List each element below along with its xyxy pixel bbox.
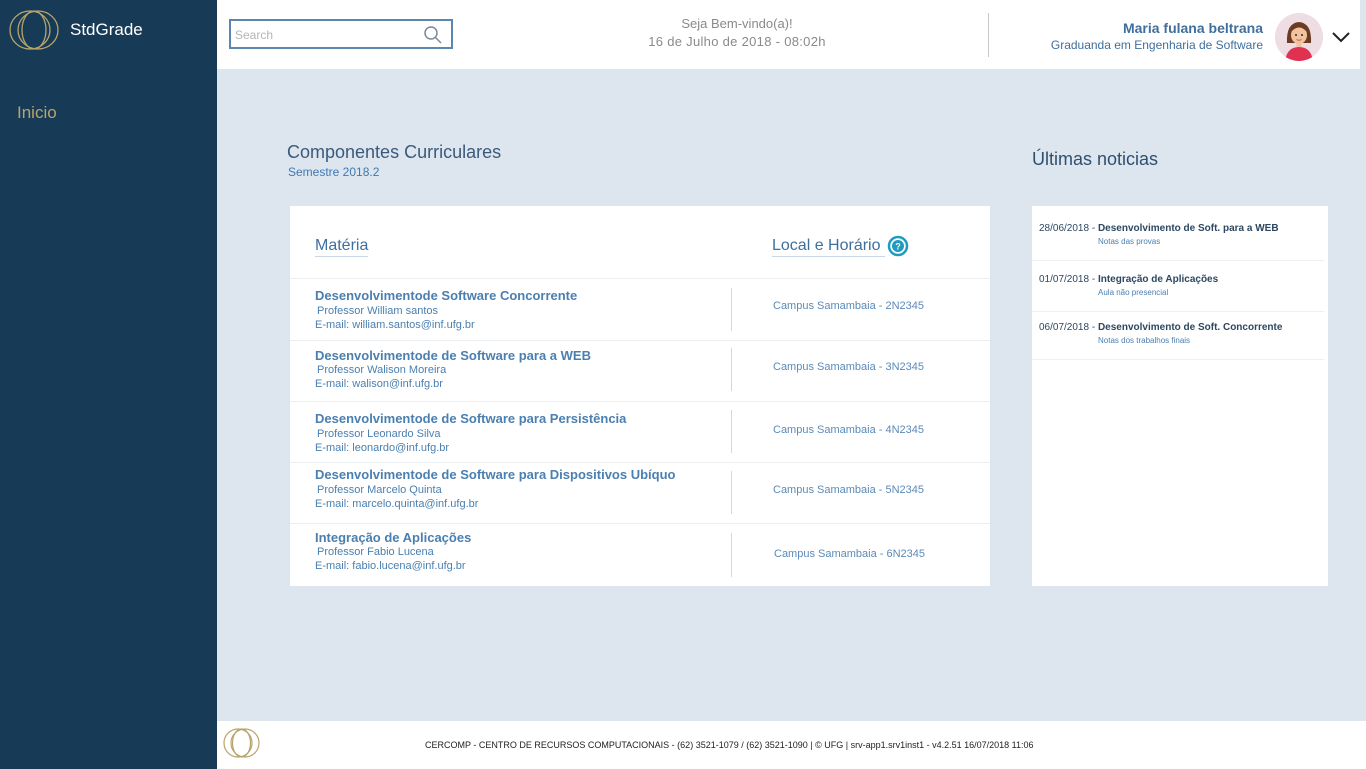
course-location: Campus Samambaia - 2N2345 — [773, 300, 925, 312]
news-headline: 06/07/2018 - Desenvolvimento de Soft. Co… — [1039, 322, 1282, 333]
news-desc: Aula não presencial — [1098, 288, 1169, 297]
rings-logo-icon — [223, 728, 260, 758]
user-avatar-icon — [1275, 13, 1323, 61]
search-input[interactable] — [235, 26, 415, 44]
news-desc: Notas das provas — [1098, 237, 1161, 246]
svg-text:?: ? — [895, 242, 901, 252]
course-professor: Professor Marcelo Quinta — [317, 484, 442, 496]
course-email: E-mail: william.santos@inf.ufg.br — [315, 319, 475, 331]
course-name[interactable]: Desenvolvimentode de Software para Dispo… — [315, 467, 675, 482]
news-subject: Integração de Aplicações — [1097, 274, 1219, 285]
news-panel: 28/06/2018 - Desenvolvimento de Soft. pa… — [1032, 206, 1328, 586]
search-box — [229, 19, 453, 49]
news-date: 01/07/2018 - — [1039, 274, 1096, 285]
course-professor: Professor Fabio Lucena — [317, 546, 434, 558]
news-date: 06/07/2018 - — [1039, 322, 1096, 333]
course-name[interactable]: Desenvolvimentode de Software para a WEB — [315, 348, 591, 363]
user-role: Graduanda em Engenharia de Software — [1050, 38, 1263, 52]
column-header-materia: Matéria — [315, 237, 369, 257]
avatar[interactable] — [1275, 13, 1323, 61]
news-item[interactable]: 28/06/2018 - Desenvolvimento de Soft. pa… — [1032, 223, 1324, 261]
news-headline: 28/06/2018 - Desenvolvimento de Soft. pa… — [1039, 223, 1279, 234]
course-location: Campus Samambaia - 4N2345 — [773, 424, 925, 436]
footer: CERCOMP - CENTRO DE RECURSOS COMPUTACION… — [217, 721, 1366, 769]
row-divider — [731, 348, 732, 391]
table-row: Desenvolvimentode de Software para a WEB… — [290, 340, 990, 401]
course-location: Campus Samambaia - 6N2345 — [774, 548, 926, 560]
sidebar-item-inicio[interactable]: Inicio — [17, 103, 57, 123]
news-headline: 01/07/2018 - Integração de Aplicações — [1039, 274, 1218, 285]
news-subject: Desenvolvimento de Soft. para a WEB — [1097, 223, 1279, 234]
course-email: E-mail: fabio.lucena@inf.ufg.br — [315, 560, 466, 572]
course-email: E-mail: marcelo.quinta@inf.ufg.br — [315, 498, 479, 510]
news-item[interactable]: 01/07/2018 - Integração de Aplicações Au… — [1032, 274, 1324, 312]
search-icon[interactable] — [423, 25, 443, 45]
table-row: Desenvolvimentode de Software para Persi… — [290, 401, 990, 462]
help-icon[interactable]: ? — [887, 235, 909, 257]
course-professor: Professor Walison Moreira — [317, 364, 447, 376]
row-divider — [731, 471, 732, 514]
news-subject: Desenvolvimento de Soft. Concorrente — [1097, 322, 1283, 333]
brand-name: StdGrade — [70, 20, 143, 39]
top-header: Seja Bem-vindo(a)! 16 de Julho de 2018 -… — [217, 0, 1360, 69]
welcome-text: Seja Bem-vindo(a)! — [681, 16, 793, 31]
semester-label: Semestre 2018.2 — [288, 165, 380, 179]
footer-text: CERCOMP - CENTRO DE RECURSOS COMPUTACION… — [425, 740, 1034, 750]
row-divider — [731, 533, 732, 577]
news-desc: Notas dos trabalhos finais — [1098, 336, 1191, 345]
row-divider — [731, 288, 732, 331]
header-divider — [988, 13, 989, 57]
welcome-block: Seja Bem-vindo(a)! 16 de Julho de 2018 -… — [617, 15, 857, 51]
rings-logo-icon — [9, 10, 59, 50]
table-row: Desenvolvimentode Software Concorrente P… — [290, 278, 990, 340]
course-name[interactable]: Desenvolvimentode Software Concorrente — [315, 288, 577, 303]
news-item[interactable]: 06/07/2018 - Desenvolvimento de Soft. Co… — [1032, 322, 1324, 360]
table-row: Desenvolvimentode de Software para Dispo… — [290, 462, 990, 523]
news-title: Últimas noticias — [1032, 149, 1159, 169]
row-divider — [731, 410, 732, 453]
brand[interactable]: StdGrade — [8, 9, 143, 51]
chevron-down-icon[interactable] — [1331, 30, 1351, 44]
table-row: Integração de Aplicações Professor Fabio… — [290, 523, 990, 586]
course-name[interactable]: Integração de Aplicações — [315, 530, 471, 545]
user-info: Maria fulana beltrana Graduanda em Engen… — [1051, 20, 1263, 52]
course-name[interactable]: Desenvolvimentode de Software para Persi… — [315, 411, 626, 426]
current-datetime: 16 de Julho de 2018 - 08:02h — [648, 34, 826, 49]
course-email: E-mail: leonardo@inf.ufg.br — [315, 442, 450, 454]
user-name: Maria fulana beltrana — [1122, 20, 1263, 36]
course-professor: Professor Leonardo Silva — [317, 428, 441, 440]
course-email: E-mail: walison@inf.ufg.br — [315, 378, 443, 390]
components-table: Matéria Local e Horário ? Desenvolviment… — [290, 206, 990, 586]
course-professor: Professor William santos — [317, 305, 439, 317]
course-location: Campus Samambaia - 3N2345 — [773, 361, 925, 373]
components-title: Componentes Curriculares — [287, 142, 502, 162]
sidebar: StdGrade Inicio — [0, 0, 217, 769]
column-header-local: Local e Horário — [772, 237, 885, 257]
news-date: 28/06/2018 - — [1039, 223, 1096, 234]
course-location: Campus Samambaia - 5N2345 — [773, 484, 925, 496]
